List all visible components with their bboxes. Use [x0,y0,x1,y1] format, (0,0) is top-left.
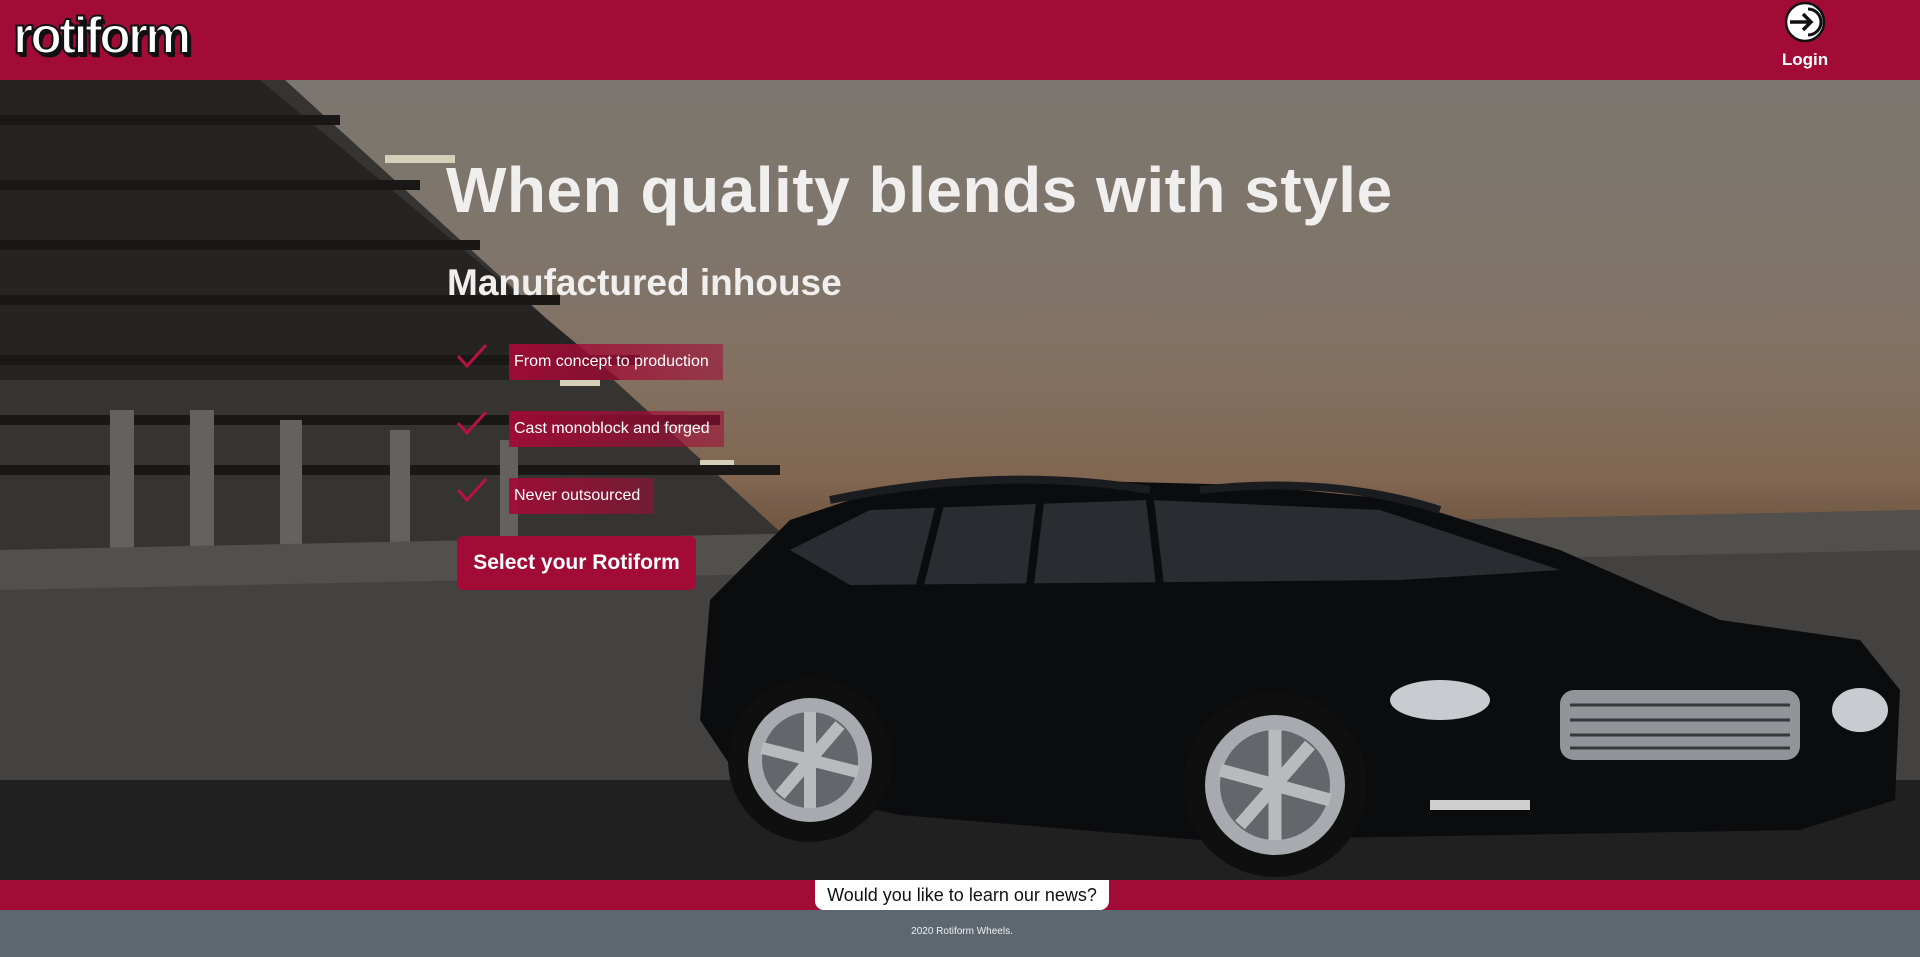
login-arrow-icon [1784,1,1826,43]
newsletter-prompt-tab[interactable]: Would you like to learn our news? [815,880,1109,910]
site-header: rotiform Login [0,0,1920,80]
login-button[interactable]: Login [1770,0,1840,76]
checkmark-icon [456,343,488,369]
feature-label: From concept to production [509,344,723,380]
feature-label: Never outsourced [509,478,655,514]
feature-item: From concept to production [455,342,755,380]
feature-item: Never outsourced [455,476,755,514]
feature-item: Cast monoblock and forged [455,409,755,447]
checkmark-icon [456,410,488,436]
site-footer: 2020 Rotiform Wheels. [0,910,1920,957]
hero-banner: When quality blends with style Manufactu… [0,80,1920,880]
hero-title: When quality blends with style [446,154,1393,226]
copyright-text: 2020 Rotiform Wheels. [911,926,1013,937]
hero-subtitle: Manufactured inhouse [447,262,842,303]
feature-label: Cast monoblock and forged [509,411,724,447]
rotiform-logo[interactable]: rotiform [12,6,192,66]
newsletter-band: Would you like to learn our news? [0,880,1920,910]
select-rotiform-button[interactable]: Select your Rotiform [457,536,696,590]
checkmark-icon [456,477,488,503]
login-label: Login [1781,50,1829,69]
